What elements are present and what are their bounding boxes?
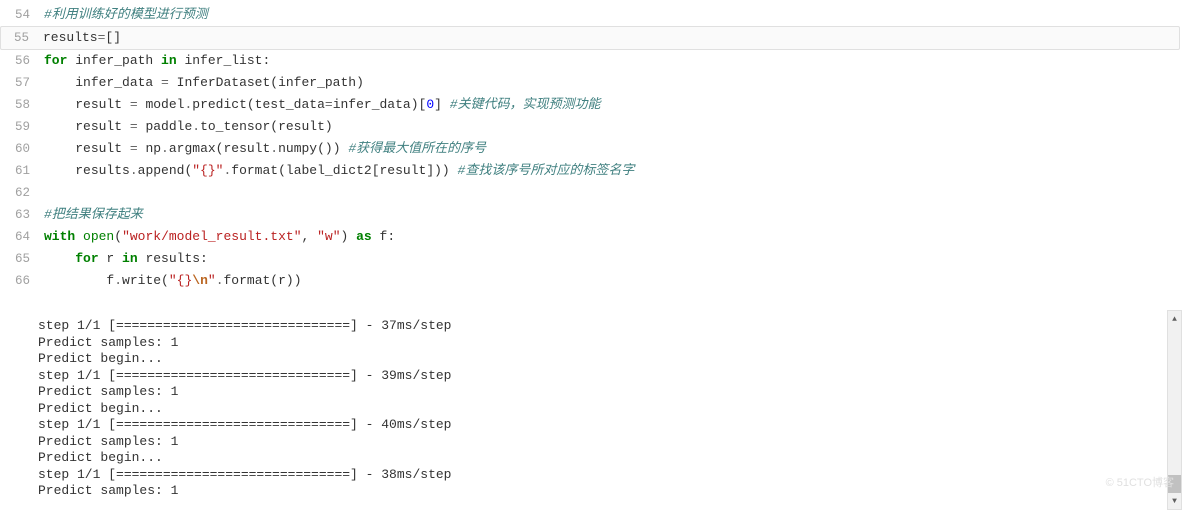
line-number: 64 bbox=[0, 226, 42, 248]
code-content: f.write("{}\n".format(r)) bbox=[42, 270, 1184, 292]
watermark: © 51CTO博客 bbox=[1106, 474, 1174, 490]
code-line[interactable]: 57 infer_data = InferDataset(infer_path) bbox=[0, 72, 1184, 94]
line-number: 63 bbox=[0, 204, 42, 226]
line-number: 58 bbox=[0, 94, 42, 116]
output-line: Predict samples: 1 bbox=[38, 434, 1184, 451]
output-area[interactable]: step 1/1 [==============================… bbox=[0, 310, 1184, 520]
scroll-up-icon[interactable]: ▲ bbox=[1168, 311, 1181, 327]
scroll-down-icon[interactable]: ▼ bbox=[1168, 493, 1181, 509]
code-line[interactable]: 58 result = model.predict(test_data=infe… bbox=[0, 94, 1184, 116]
code-line[interactable]: 60 result = np.argmax(result.numpy()) #获… bbox=[0, 138, 1184, 160]
code-line[interactable]: 65 for r in results: bbox=[0, 248, 1184, 270]
code-content: result = model.predict(test_data=infer_d… bbox=[42, 94, 1184, 116]
line-number: 65 bbox=[0, 248, 42, 270]
output-line: Predict samples: 1 bbox=[38, 335, 1184, 352]
code-line[interactable]: 56 for infer_path in infer_list: bbox=[0, 50, 1184, 72]
line-number: 66 bbox=[0, 270, 42, 292]
code-editor[interactable]: 54 #利用训练好的模型进行预测 55 results=[] 56 for in… bbox=[0, 0, 1184, 292]
code-content: results=[] bbox=[41, 27, 1179, 49]
code-content: #把结果保存起来 bbox=[42, 204, 1184, 226]
line-number: 62 bbox=[0, 182, 42, 204]
code-content: results.append("{}".format(label_dict2[r… bbox=[42, 160, 1184, 182]
code-line[interactable]: 64 with open("work/model_result.txt", "w… bbox=[0, 226, 1184, 248]
output-line: Predict begin... bbox=[38, 450, 1184, 467]
code-content: infer_data = InferDataset(infer_path) bbox=[42, 72, 1184, 94]
code-content: with open("work/model_result.txt", "w") … bbox=[42, 226, 1184, 248]
line-number: 61 bbox=[0, 160, 42, 182]
code-line-highlighted[interactable]: 55 results=[] bbox=[0, 26, 1180, 50]
code-content: result = paddle.to_tensor(result) bbox=[42, 116, 1184, 138]
code-line[interactable]: 61 results.append("{}".format(label_dict… bbox=[0, 160, 1184, 182]
code-content: #利用训练好的模型进行预测 bbox=[42, 4, 1184, 26]
code-line[interactable]: 59 result = paddle.to_tensor(result) bbox=[0, 116, 1184, 138]
output-line: Predict samples: 1 bbox=[38, 483, 1184, 500]
line-number: 54 bbox=[0, 4, 42, 26]
line-number: 57 bbox=[0, 72, 42, 94]
line-number: 60 bbox=[0, 138, 42, 160]
output-line: step 1/1 [==============================… bbox=[38, 318, 1184, 335]
code-content: result = np.argmax(result.numpy()) #获得最大… bbox=[42, 138, 1184, 160]
output-line: step 1/1 [==============================… bbox=[38, 467, 1184, 484]
code-content: for r in results: bbox=[42, 248, 1184, 270]
output-line: step 1/1 [==============================… bbox=[38, 417, 1184, 434]
output-line: Predict begin... bbox=[38, 351, 1184, 368]
line-number: 55 bbox=[1, 27, 41, 49]
output-line: step 1/1 [==============================… bbox=[38, 368, 1184, 385]
code-line[interactable]: 54 #利用训练好的模型进行预测 bbox=[0, 4, 1184, 26]
code-line[interactable]: 63 #把结果保存起来 bbox=[0, 204, 1184, 226]
output-line: Predict begin... bbox=[38, 401, 1184, 418]
output-line: Predict samples: 1 bbox=[38, 384, 1184, 401]
line-number: 59 bbox=[0, 116, 42, 138]
code-line[interactable]: 62 bbox=[0, 182, 1184, 204]
line-number: 56 bbox=[0, 50, 42, 72]
code-content: for infer_path in infer_list: bbox=[42, 50, 1184, 72]
code-line[interactable]: 66 f.write("{}\n".format(r)) bbox=[0, 270, 1184, 292]
